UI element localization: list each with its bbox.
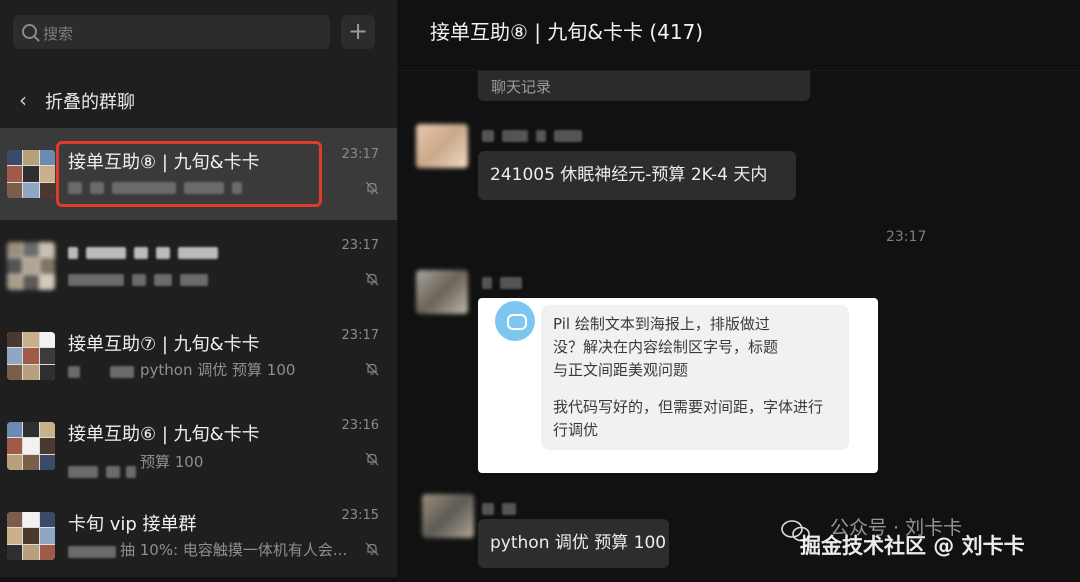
sender-name-blurred bbox=[482, 498, 524, 515]
quote-bubble: Pil 绘制文本到海报上，排版做过 没？解决在内容绘制区字号，标题 与正文间距美… bbox=[541, 305, 849, 450]
chat-list-item[interactable]: 卡旬 vip 接单群 抽 10%: 电容触摸一体机有人会... 23:15 bbox=[0, 490, 397, 582]
mute-bell-icon bbox=[365, 362, 379, 376]
screenshot-quote-card[interactable]: Pil 绘制文本到海报上，排版做过 没？解决在内容绘制区字号，标题 与正文间距美… bbox=[478, 298, 878, 473]
group-avatar bbox=[7, 150, 55, 198]
quote-avatar bbox=[495, 301, 535, 341]
chat-title: 接单互助⑦ | 九旬&卡卡 bbox=[68, 334, 260, 355]
chat-preview: python 调优 预算 100 bbox=[140, 361, 296, 379]
chat-list-item[interactable]: 23:17 bbox=[0, 220, 397, 312]
chat-time: 23:17 bbox=[341, 328, 379, 343]
quote-line: 行调优 bbox=[553, 421, 599, 439]
mute-bell-icon bbox=[365, 542, 379, 556]
highlight-annotation bbox=[56, 141, 322, 207]
sender-avatar[interactable] bbox=[416, 270, 468, 314]
chat-list-item[interactable]: 接单互助⑦ | 九旬&卡卡 python 调优 预算 100 23:17 bbox=[0, 310, 397, 402]
chat-preview-blurred bbox=[68, 270, 216, 288]
chat-title: 卡旬 vip 接单群 bbox=[68, 514, 197, 535]
watermark-line-2: 掘金技术社区 @ 刘卡卡 bbox=[800, 534, 1025, 558]
group-avatar bbox=[7, 242, 55, 290]
sender-name-blurred bbox=[482, 125, 590, 142]
group-avatar bbox=[7, 512, 55, 560]
search-input[interactable]: 搜索 bbox=[13, 15, 330, 49]
message-bubble[interactable]: 241005 休眠神经元-预算 2K-4 天内 bbox=[478, 151, 796, 200]
sender-name-blurred bbox=[482, 272, 530, 289]
chat-list-item[interactable]: 接单互助⑥ | 九旬&卡卡 预算 100 23:16 bbox=[0, 400, 397, 492]
sender-avatar[interactable] bbox=[422, 494, 474, 538]
chat-header-title: 接单互助⑧ | 九旬&卡卡 (417) bbox=[430, 20, 704, 44]
chat-preview: 抽 10%: 电容触摸一体机有人会... bbox=[120, 541, 348, 559]
mute-bell-icon bbox=[365, 452, 379, 466]
back-label: 折叠的群聊 bbox=[45, 92, 135, 113]
mute-bell-icon bbox=[365, 181, 379, 195]
chat-record-label: 聊天记录 bbox=[491, 78, 552, 96]
quote-line: 我代码写好的，但需要对间距，字体进行 bbox=[553, 398, 824, 416]
quote-gap bbox=[553, 382, 837, 396]
message-bubble[interactable]: python 调优 预算 100 bbox=[478, 519, 669, 568]
back-to-folded-groups[interactable]: ‹ 折叠的群聊 bbox=[0, 78, 397, 122]
quote-line: Pil 绘制文本到海报上，排版做过 bbox=[553, 315, 770, 333]
chat-time: 23:17 bbox=[341, 238, 379, 253]
chat-time: 23:16 bbox=[341, 418, 379, 433]
chevron-left-icon: ‹ bbox=[19, 88, 27, 112]
group-avatar bbox=[7, 332, 55, 380]
chat-title: 接单互助⑥ | 九旬&卡卡 bbox=[68, 424, 260, 445]
search-placeholder: 搜索 bbox=[43, 25, 74, 43]
quote-line: 与正文间距美观问题 bbox=[553, 361, 689, 379]
chat-record-card[interactable]: 聊天记录 bbox=[478, 71, 810, 101]
message-timestamp: 23:17 bbox=[886, 229, 927, 245]
chat-time: 23:15 bbox=[341, 508, 379, 523]
quote-line: 没？解决在内容绘制区字号，标题 bbox=[553, 338, 779, 356]
add-button[interactable]: + bbox=[341, 15, 375, 49]
chat-time: 23:17 bbox=[341, 147, 379, 162]
chat-panel: 接单互助⑧ | 九旬&卡卡 (417) 聊天记录 241005 休眠神经元-预算… bbox=[398, 0, 1080, 577]
sidebar: 搜索 + ‹ 折叠的群聊 接单互助⑧ | 九旬&卡卡 23:17 23:17 接… bbox=[0, 0, 398, 577]
mute-bell-icon bbox=[365, 272, 379, 286]
chat-title-blurred bbox=[68, 242, 226, 263]
search-icon bbox=[22, 24, 37, 39]
chat-preview: 预算 100 bbox=[140, 453, 204, 471]
sender-avatar[interactable] bbox=[416, 124, 468, 168]
group-avatar bbox=[7, 422, 55, 470]
